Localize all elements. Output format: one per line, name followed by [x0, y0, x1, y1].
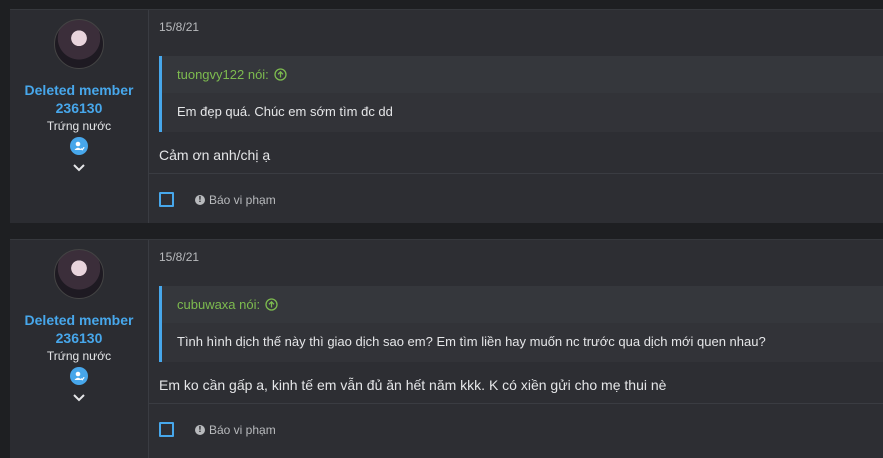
avatar[interactable]: [54, 249, 104, 299]
post: Deleted member 236130 Trứng nước 15/8/21…: [10, 239, 883, 458]
info-icon: !: [195, 194, 205, 205]
quote-author[interactable]: tuongvy122 nói:: [177, 67, 269, 82]
user-title: Trứng nước: [46, 349, 112, 363]
post-author-panel: Deleted member 236130 Trứng nước: [10, 10, 149, 223]
post-main: 15/8/21 tuongvy122 nói: Em đẹp quá. Chúc…: [149, 10, 883, 223]
member-badge-icon: [70, 137, 88, 155]
post-date-link[interactable]: 15/8/21: [159, 250, 199, 264]
user-title: Trứng nước: [46, 119, 112, 133]
divider: [149, 173, 883, 174]
avatar[interactable]: [54, 19, 104, 69]
member-badge-icon: [70, 367, 88, 385]
username-link[interactable]: Deleted member 236130: [10, 311, 148, 347]
report-link[interactable]: ! Báo vi phạm: [195, 423, 276, 437]
chevron-down-icon[interactable]: [70, 161, 88, 175]
post-footer: ! Báo vi phạm: [159, 192, 276, 207]
quote-header[interactable]: tuongvy122 nói:: [162, 56, 883, 93]
post: Deleted member 236130 Trứng nước 15/8/21…: [10, 9, 883, 223]
post-date-link[interactable]: 15/8/21: [159, 20, 199, 34]
post-footer: ! Báo vi phạm: [159, 422, 276, 437]
chevron-down-icon[interactable]: [70, 391, 88, 405]
select-checkbox[interactable]: [159, 192, 174, 207]
quote-block: tuongvy122 nói: Em đẹp quá. Chúc em sớm …: [159, 56, 883, 132]
quote-text: Em đẹp quá. Chúc em sớm tìm đc dd: [177, 104, 393, 119]
report-label[interactable]: Báo vi phạm: [209, 193, 276, 207]
arrow-up-circle-icon[interactable]: [265, 298, 278, 311]
quote-author[interactable]: cubuwaxa nói:: [177, 297, 260, 312]
post-message: Em ko cần gấp a, kinh tế em vẫn đủ ăn hế…: [159, 377, 667, 393]
quote-header[interactable]: cubuwaxa nói:: [162, 286, 883, 323]
info-icon: !: [195, 424, 205, 435]
post-message: Cảm ơn anh/chị ạ: [159, 147, 271, 163]
post-main: 15/8/21 cubuwaxa nói: Tình hình dịch thế…: [149, 240, 883, 458]
quote-text: Tình hình dịch thế này thì giao dịch sao…: [177, 334, 766, 349]
divider: [149, 403, 883, 404]
report-link[interactable]: ! Báo vi phạm: [195, 193, 276, 207]
username-link[interactable]: Deleted member 236130: [10, 81, 148, 117]
report-label[interactable]: Báo vi phạm: [209, 423, 276, 437]
arrow-up-circle-icon[interactable]: [274, 68, 287, 81]
post-author-panel: Deleted member 236130 Trứng nước: [10, 240, 149, 458]
quote-block: cubuwaxa nói: Tình hình dịch thế này thì…: [159, 286, 883, 362]
select-checkbox[interactable]: [159, 422, 174, 437]
